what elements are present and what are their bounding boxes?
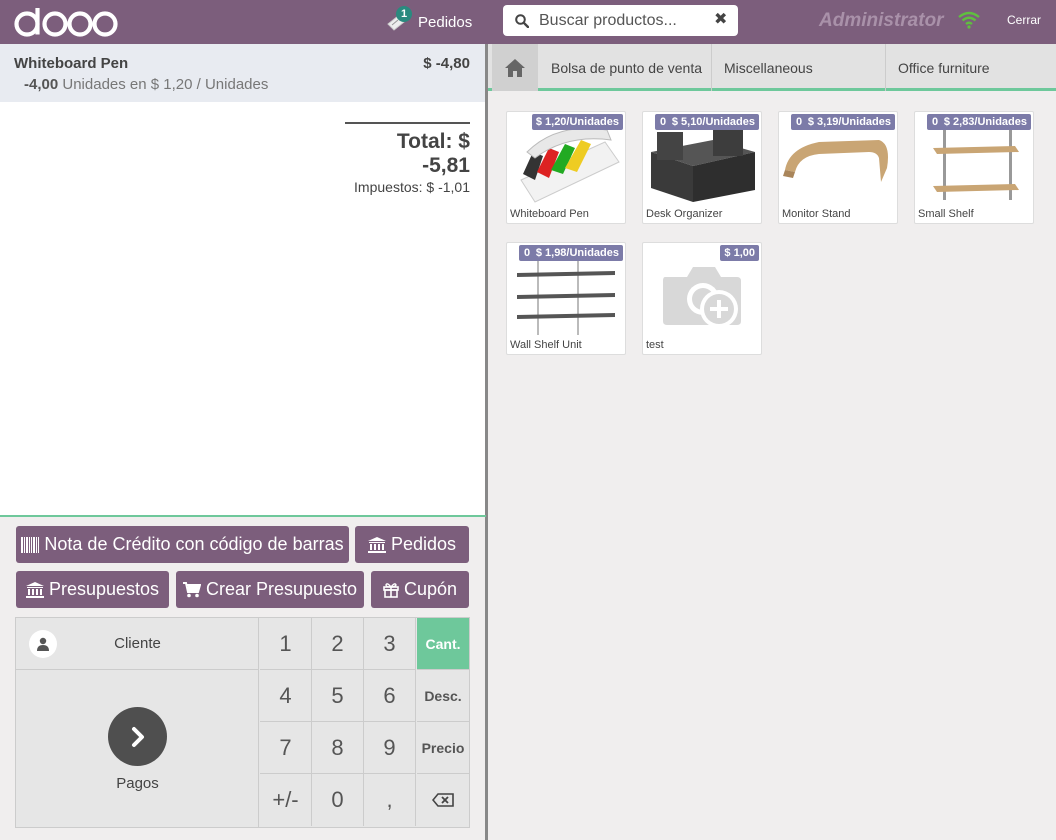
close-button[interactable]: Cerrar [1007, 13, 1041, 27]
orders-action-button[interactable]: Pedidos [355, 526, 469, 563]
search-icon [515, 13, 529, 28]
product-name: Monitor Stand [782, 208, 851, 220]
create-quotation-label: Crear Presupuesto [205, 579, 358, 599]
odoo-logo: odoo [8, 0, 118, 37]
payment-label: Pagos [116, 775, 159, 792]
category-miscellaneous[interactable]: Miscellaneous [712, 44, 886, 91]
key-2[interactable]: 2 [312, 618, 364, 670]
clear-search-icon[interactable]: ✖ [714, 12, 727, 28]
product-card[interactable]: $ 1,00 test [642, 242, 762, 355]
product-price-badge: $ 3,19/Unidades [803, 114, 895, 130]
numpad: Cliente Pagos 1 2 3 Cant. 4 5 6 Desc. 7 … [15, 617, 470, 828]
key-1[interactable]: 1 [260, 618, 312, 670]
credit-note-label: Nota de Crédito con código de barras [44, 534, 344, 554]
quotations-label: Presupuestos [48, 579, 160, 599]
order-tax: Impuestos: $ -1,01 [354, 179, 470, 195]
order-line-unit-text: Unidades en $ 1,20 / Unidades [62, 76, 269, 93]
wifi-icon [958, 11, 980, 29]
orders-count-badge: 1 [396, 6, 413, 22]
order-line[interactable]: Whiteboard Pen $ -4,80 -4,00 Unidades en… [0, 44, 486, 102]
home-icon [505, 58, 525, 77]
product-card[interactable]: $ 1,20/Unidades Whiteboard Pen [506, 111, 626, 224]
quotations-button[interactable]: Presupuestos [16, 571, 169, 608]
key-6[interactable]: 6 [364, 670, 416, 722]
orders-label: Pedidos [418, 13, 473, 31]
payment-button[interactable]: Pagos [16, 670, 259, 828]
category-pos-bag[interactable]: Bolsa de punto de venta [539, 44, 712, 91]
product-name: Small Shelf [918, 208, 974, 220]
bank-icon [367, 536, 386, 553]
user-name: Administrator [819, 10, 944, 31]
category-bar: Bolsa de punto de venta Miscellaneous Of… [488, 44, 1056, 91]
product-price-badge: $ 1,00 [720, 245, 759, 261]
key-plus-minus[interactable]: +/- [260, 774, 312, 826]
product-price-badge: $ 1,20/Unidades [531, 114, 623, 130]
home-category-button[interactable] [492, 44, 538, 91]
gift-icon [383, 582, 399, 598]
order-panel: Whiteboard Pen $ -4,80 -4,00 Unidades en… [0, 44, 486, 516]
coupon-button[interactable]: Cupón [371, 571, 469, 608]
category-office-furniture[interactable]: Office furniture [886, 44, 1056, 91]
bank-icon [25, 581, 44, 598]
key-8[interactable]: 8 [312, 722, 364, 774]
order-line-qty: -4,00 [24, 76, 59, 93]
credit-note-barcode-button[interactable]: Nota de Crédito con código de barras [16, 526, 349, 563]
product-price-badge: $ 2,83/Unidades [939, 114, 1031, 130]
mode-quantity-button[interactable]: Cant. [417, 618, 469, 670]
key-9[interactable]: 9 [364, 722, 416, 774]
product-card[interactable]: 0 $ 5,10/Unidades Desk Organizer [642, 111, 762, 224]
key-0[interactable]: 0 [312, 774, 364, 826]
search-input[interactable] [539, 11, 704, 30]
key-5[interactable]: 5 [312, 670, 364, 722]
customer-button[interactable]: Cliente [16, 618, 259, 670]
search-box: ✖ [503, 5, 738, 36]
product-card[interactable]: 0 $ 1,98/Unidades Wall Shelf Unit [506, 242, 626, 355]
order-totals: Total: $ -5,81 Impuestos: $ -1,01 [345, 122, 470, 195]
key-4[interactable]: 4 [260, 670, 312, 722]
order-line-product: Whiteboard Pen [14, 55, 129, 72]
product-name: test [646, 339, 664, 351]
chevron-right-icon [108, 707, 167, 766]
key-3[interactable]: 3 [364, 618, 416, 670]
product-card[interactable]: 0 $ 2,83/Unidades Small Shelf [914, 111, 1034, 224]
backspace-button[interactable] [417, 774, 469, 826]
product-name: Desk Organizer [646, 208, 723, 220]
ticket-icon: 1 [386, 6, 413, 32]
orders-button[interactable]: 1 Pedidos [386, 6, 473, 36]
product-price-badge: $ 5,10/Unidades [667, 114, 759, 130]
product-name: Wall Shelf Unit [510, 339, 582, 351]
orders-action-label: Pedidos [390, 534, 457, 554]
product-name: Whiteboard Pen [510, 208, 589, 220]
customer-label: Cliente [114, 635, 161, 652]
key-comma[interactable]: , [364, 774, 416, 826]
mode-price-button[interactable]: Precio [417, 722, 469, 774]
backspace-icon [432, 793, 454, 807]
barcode-icon [21, 536, 40, 553]
cart-icon [182, 581, 201, 598]
product-price-badge: $ 1,98/Unidades [531, 245, 623, 261]
create-quotation-button[interactable]: Crear Presupuesto [176, 571, 364, 608]
logo-text: odoo [8, 0, 11, 1]
top-header: odoo 1 Pedidos ✖ Administrator Cerrar [0, 0, 1056, 44]
order-total: Total: $ -5,81 [396, 130, 470, 177]
order-line-info: -4,00 Unidades en $ 1,20 / Unidades [24, 76, 268, 93]
product-card[interactable]: 0 $ 3,19/Unidades Monitor Stand [778, 111, 898, 224]
mode-discount-button[interactable]: Desc. [417, 670, 469, 722]
order-line-price: $ -4,80 [423, 55, 470, 72]
coupon-label: Cupón [403, 579, 458, 599]
key-7[interactable]: 7 [260, 722, 312, 774]
